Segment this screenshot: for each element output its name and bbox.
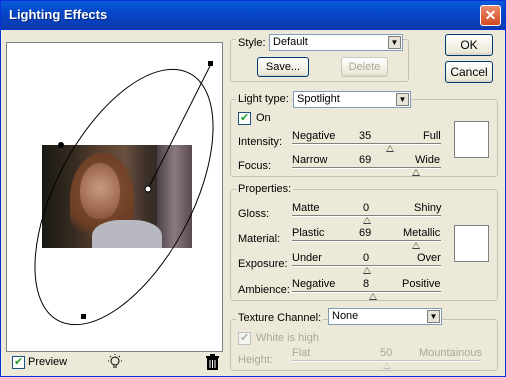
- intensity-value: 35: [359, 130, 372, 142]
- ok-button[interactable]: OK: [445, 34, 493, 56]
- texture-channel-label: Texture Channel:: [236, 312, 324, 324]
- light-bulb-icon[interactable]: [106, 353, 124, 371]
- light-handle-left[interactable]: [58, 142, 64, 148]
- exposure-value: 0: [363, 252, 370, 264]
- ambience-max-label: Positive: [402, 278, 441, 290]
- exposure-label: Exposure:: [238, 258, 288, 270]
- material-label: Material:: [238, 233, 281, 245]
- light-center-handle[interactable]: [144, 185, 152, 193]
- light-type-select[interactable]: Spotlight ▼: [293, 91, 411, 108]
- close-icon: ✕: [484, 7, 497, 23]
- texture-channel-select[interactable]: None ▼: [328, 308, 442, 325]
- intensity-min-label: Negative: [292, 130, 336, 142]
- light-direction-line: [147, 63, 212, 190]
- light-handles[interactable]: [7, 43, 224, 353]
- focus-value: 69: [359, 154, 372, 166]
- ambience-value: 8: [363, 278, 370, 290]
- ambience-min-label: Negative: [292, 278, 336, 290]
- gloss-value: 0: [363, 202, 370, 214]
- chevron-down-icon: ▼: [388, 36, 401, 49]
- light-handle-bottom[interactable]: [81, 314, 86, 319]
- cancel-button[interactable]: Cancel: [445, 61, 493, 83]
- chevron-down-icon: ▼: [396, 93, 409, 106]
- focus-max-label: Wide: [415, 154, 441, 166]
- light-color-swatch[interactable]: [454, 121, 489, 158]
- light-on-checkbox[interactable]: [238, 111, 251, 125]
- white-is-high-label: White is high: [256, 332, 319, 344]
- exposure-max-label: Over: [417, 252, 441, 264]
- white-is-high-checkbox: [238, 331, 251, 345]
- chevron-down-icon: ▼: [427, 310, 440, 323]
- ambience-label: Ambience:: [238, 284, 290, 296]
- close-button[interactable]: ✕: [480, 5, 501, 26]
- focus-slider-thumb[interactable]: [412, 169, 420, 176]
- intensity-slider[interactable]: [292, 143, 441, 145]
- light-type-label: Light type:: [236, 93, 291, 105]
- properties-label: Properties:: [236, 183, 294, 195]
- gloss-min-label: Matte: [292, 202, 320, 214]
- trash-icon[interactable]: [205, 354, 220, 371]
- preview-checkbox[interactable]: [12, 355, 25, 369]
- ambience-slider-thumb[interactable]: [369, 293, 377, 300]
- light-handle-top[interactable]: [208, 61, 213, 66]
- height-max-label: Mountainous: [419, 347, 482, 359]
- gloss-max-label: Shiny: [414, 202, 442, 214]
- style-select[interactable]: Default ▼: [269, 34, 403, 51]
- height-value: 50: [380, 347, 393, 359]
- intensity-max-label: Full: [423, 130, 441, 142]
- style-value: Default: [273, 36, 308, 48]
- focus-label: Focus:: [238, 160, 272, 172]
- save-button[interactable]: Save...: [257, 57, 309, 77]
- material-value: 69: [359, 227, 372, 239]
- light-type-value: Spotlight: [297, 93, 340, 105]
- height-min-label: Flat: [292, 347, 311, 359]
- material-max-label: Metallic: [403, 227, 441, 239]
- focus-min-label: Narrow: [292, 154, 328, 166]
- material-slider-thumb[interactable]: [412, 242, 420, 249]
- window-title: Lighting Effects: [9, 7, 108, 22]
- preview-canvas[interactable]: [6, 42, 223, 352]
- preview-toolbar: Preview: [6, 353, 223, 373]
- gloss-slider-thumb[interactable]: [363, 217, 371, 224]
- height-label: Height:: [238, 354, 273, 366]
- ambient-color-swatch[interactable]: [454, 225, 489, 262]
- texture-channel-value: None: [332, 310, 359, 322]
- gloss-label: Gloss:: [238, 208, 270, 220]
- preview-label: Preview: [28, 356, 68, 368]
- delete-button: Delete: [341, 57, 388, 77]
- light-ellipse[interactable]: [7, 43, 224, 353]
- style-label: Style:: [236, 37, 268, 49]
- intensity-label: Intensity:: [238, 136, 283, 148]
- exposure-min-label: Under: [292, 252, 322, 264]
- lighting-effects-dialog: Lighting Effects ✕ Preview: [0, 0, 506, 377]
- title-bar[interactable]: Lighting Effects ✕: [1, 1, 505, 30]
- material-min-label: Plastic: [292, 227, 325, 239]
- height-slider-thumb: [383, 362, 391, 369]
- light-on-label: On: [256, 112, 271, 124]
- exposure-slider-thumb[interactable]: [363, 267, 371, 274]
- ambience-slider[interactable]: [292, 291, 441, 293]
- intensity-slider-thumb[interactable]: [386, 145, 394, 152]
